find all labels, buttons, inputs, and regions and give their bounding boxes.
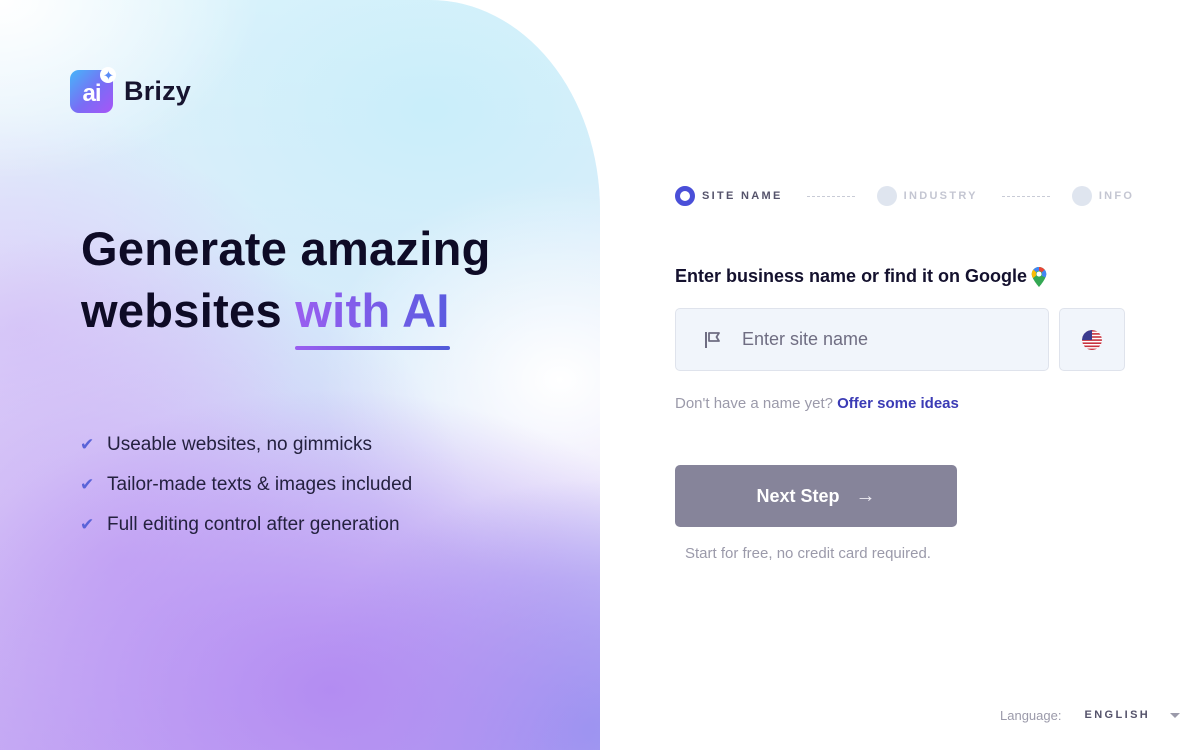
step-label: INDUSTRY	[903, 190, 978, 202]
step-divider	[806, 195, 855, 197]
step-info[interactable]: INFO	[1071, 186, 1135, 206]
brand-name: Brizy	[124, 76, 192, 106]
site-name-label-text: Enter business name or find it on Google	[675, 266, 1028, 286]
google-maps-pin-icon[interactable]	[1031, 266, 1047, 287]
step-site-name[interactable]: SITE NAME	[675, 186, 783, 206]
site-name-field[interactable]	[675, 308, 1049, 371]
next-step-label: Next Step	[756, 485, 840, 506]
hint-text: Don't have a name yet?	[675, 395, 833, 412]
us-flag-icon	[1082, 329, 1102, 350]
site-name-input[interactable]	[742, 329, 1022, 350]
step-inactive-indicator	[876, 186, 897, 206]
language-value[interactable]: ENGLISH	[1084, 709, 1150, 721]
feature-text: Full editing control after generation	[107, 514, 400, 535]
check-icon: ✔	[80, 475, 95, 494]
country-selector[interactable]	[1059, 308, 1125, 371]
feature-item: ✔ Full editing control after generation	[80, 505, 412, 545]
step-divider	[1001, 195, 1050, 197]
step-active-indicator	[675, 186, 695, 206]
site-name-label: Enter business name or find it on Google	[675, 266, 1047, 287]
step-label: SITE NAME	[702, 190, 783, 202]
caret-down-icon[interactable]	[1170, 712, 1181, 718]
feature-text: Tailor-made texts & images included	[107, 474, 413, 495]
sparkle-icon: ✦	[100, 67, 116, 83]
step-industry[interactable]: INDUSTRY	[876, 186, 978, 206]
feature-text: Useable websites, no gimmicks	[107, 434, 373, 455]
headline-line-2: websites	[81, 284, 296, 337]
step-inactive-indicator	[1071, 186, 1092, 206]
progress-stepper: SITE NAME INDUSTRY INFO	[675, 186, 1134, 206]
step-label: INFO	[1098, 190, 1135, 202]
language-label: Language:	[1000, 707, 1062, 723]
ai-sparkle-icon: ai ✦	[70, 67, 116, 113]
headline-line-1: Generate amazing	[81, 222, 491, 275]
name-hint: Don't have a name yet? Offer some ideas	[675, 395, 959, 412]
check-icon: ✔	[80, 435, 95, 454]
flag-icon	[705, 331, 720, 348]
offer-ideas-link[interactable]: Offer some ideas	[837, 395, 959, 412]
free-start-note: Start for free, no credit card required.	[685, 545, 931, 562]
feature-list: ✔ Useable websites, no gimmicks ✔ Tailor…	[80, 425, 412, 545]
headline-accent: with AI	[295, 280, 451, 350]
feature-item: ✔ Tailor-made texts & images included	[80, 465, 412, 505]
check-icon: ✔	[80, 515, 95, 534]
hero-headline: Generate amazing websites with AI	[81, 218, 491, 350]
language-selector[interactable]: Language: ENGLISH	[1000, 706, 1181, 724]
next-step-button[interactable]: Next Step →	[675, 465, 957, 527]
arrow-right-icon: →	[855, 484, 876, 507]
logo-mark-text: ai	[82, 79, 101, 107]
hero-panel: ai ✦ Brizy Generate amazing websites wit…	[0, 0, 600, 750]
feature-item: ✔ Useable websites, no gimmicks	[80, 425, 412, 465]
brand-logo[interactable]: ai ✦ Brizy	[70, 67, 192, 113]
